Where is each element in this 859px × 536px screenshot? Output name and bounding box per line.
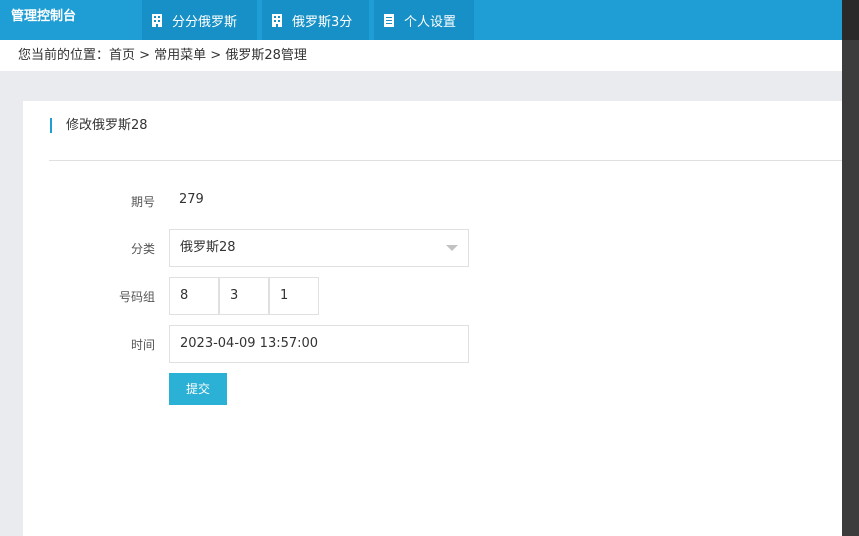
number-input-3[interactable]: 1 — [269, 277, 319, 315]
top-navigation-bar: 管理控制台 分分俄罗斯 俄罗斯3分 个人设置 — [0, 0, 842, 40]
tab-label: 分分俄罗斯 — [172, 14, 238, 30]
building-icon — [272, 13, 282, 27]
chevron-down-icon — [446, 245, 458, 251]
category-select[interactable]: 俄罗斯28 — [169, 229, 469, 267]
number-input-1[interactable]: 8 — [169, 277, 219, 315]
building-icon — [152, 13, 162, 27]
adjacent-window-edge — [842, 0, 859, 536]
tab-fenfen-eluosi[interactable]: 分分俄罗斯 — [142, 0, 257, 40]
period-value: 279 — [179, 192, 204, 207]
number-input-2[interactable]: 3 — [219, 277, 269, 315]
breadcrumb: 您当前的位置：首页 > 常用菜单 > 俄罗斯28管理 — [0, 40, 842, 71]
edit-form-card: 修改俄罗斯28 期号 279 分类 俄罗斯28 号码组 8 3 1 时间 202… — [23, 101, 842, 536]
category-selected-value: 俄罗斯28 — [180, 240, 236, 255]
adjacent-window-header — [842, 0, 859, 40]
tab-personal-settings[interactable]: 个人设置 — [374, 0, 474, 40]
tab-label: 个人设置 — [404, 14, 457, 30]
brand-title[interactable]: 管理控制台 — [11, 0, 76, 40]
tab-eluosi-3fen[interactable]: 俄罗斯3分 — [262, 0, 369, 40]
category-label: 分类 — [130, 242, 155, 256]
numbers-label: 号码组 — [118, 290, 155, 304]
tab-label: 俄罗斯3分 — [292, 14, 353, 30]
time-label: 时间 — [130, 338, 155, 352]
card-title: 修改俄罗斯28 — [50, 118, 148, 133]
time-input[interactable]: 2023-04-09 13:57:00 — [169, 325, 469, 363]
period-label: 期号 — [130, 195, 155, 209]
submit-button[interactable]: 提交 — [169, 373, 227, 405]
document-icon — [384, 13, 394, 27]
card-divider — [49, 160, 842, 161]
